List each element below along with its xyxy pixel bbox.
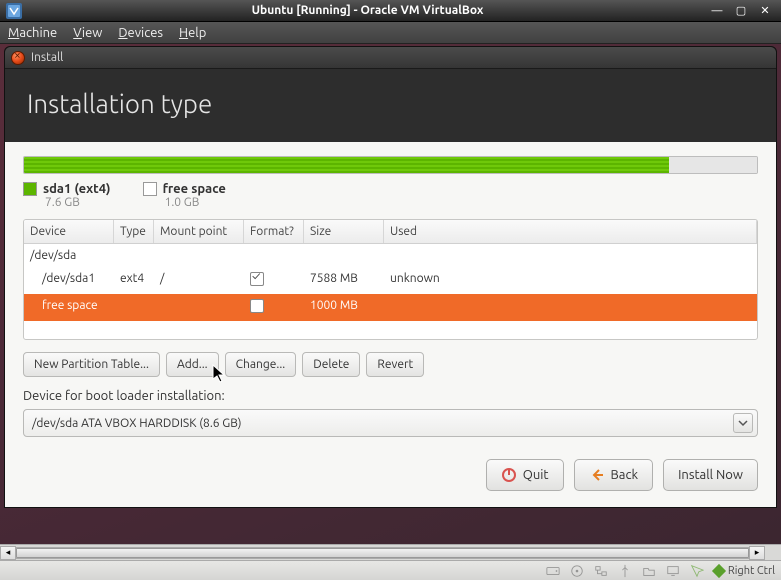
usb-icon <box>618 564 632 578</box>
host-key-indicator: Right Ctrl <box>714 565 775 577</box>
cell-mount: / <box>154 267 244 294</box>
legend-used-size: 7.6 GB <box>45 196 111 209</box>
chevron-down-icon[interactable] <box>733 413 753 433</box>
legend-swatch-used <box>23 182 37 196</box>
bootloader-value: /dev/sda ATA VBOX HARDDISK (8.6 GB) <box>32 417 733 430</box>
add-button[interactable]: Add... <box>166 352 219 377</box>
col-mount[interactable]: Mount point <box>154 220 244 243</box>
legend-free-label: free space <box>163 182 226 196</box>
cell-size: 7588 MB <box>304 267 384 294</box>
format-checkbox[interactable] <box>250 299 264 313</box>
network-icon <box>594 564 608 578</box>
disk-legend: sda1 (ext4) 7.6 GB free space 1.0 GB <box>23 182 758 209</box>
cell-type: ext4 <box>114 267 154 294</box>
display-icon <box>666 564 680 578</box>
col-used[interactable]: Used <box>384 220 757 243</box>
col-format[interactable]: Format? <box>244 220 304 243</box>
hostkey-diamond-icon <box>712 563 726 577</box>
cell-device: free space <box>24 294 114 321</box>
minimize-button[interactable]: — <box>707 4 727 18</box>
disk-segment-free <box>669 157 757 173</box>
cell-size: 1000 MB <box>304 294 384 321</box>
maximize-button[interactable]: ▢ <box>731 4 751 18</box>
disk-usage-bar <box>23 156 758 174</box>
menu-help[interactable]: Help <box>179 26 206 40</box>
change-button[interactable]: Change... <box>225 352 297 377</box>
scroll-left-button[interactable]: ◂ <box>0 546 16 560</box>
table-row[interactable]: /dev/sda1 ext4 / 7588 MB unknown <box>24 267 757 294</box>
partition-table: Device Type Mount point Format? Size Use… <box>23 219 758 340</box>
new-partition-table-button[interactable]: New Partition Table... <box>23 352 160 377</box>
scroll-right-button[interactable]: ▸ <box>749 546 765 560</box>
quit-button[interactable]: Quit <box>486 459 564 491</box>
disk-segment-used <box>24 157 669 173</box>
cell-device: /dev/sda <box>24 244 114 267</box>
install-window-titlebar[interactable]: Install <box>5 47 776 69</box>
hostkey-label: Right Ctrl <box>728 565 775 577</box>
back-arrow-icon <box>589 467 605 483</box>
page-title: Installation type <box>27 89 754 118</box>
menu-machine[interactable]: Machine <box>8 26 57 40</box>
power-icon <box>501 467 517 483</box>
host-menubar: Machine View Devices Help <box>0 22 781 44</box>
col-type[interactable]: Type <box>114 220 154 243</box>
vbox-icon <box>6 3 22 19</box>
revert-button[interactable]: Revert <box>366 352 424 377</box>
install-window-title: Install <box>31 51 63 64</box>
col-device[interactable]: Device <box>24 220 114 243</box>
host-statusbar: Right Ctrl <box>0 560 781 580</box>
cell-type <box>114 294 154 321</box>
cell-used <box>384 294 757 321</box>
footer-buttons: Quit Back Install Now <box>5 447 776 507</box>
menu-devices[interactable]: Devices <box>118 26 163 40</box>
install-now-button[interactable]: Install Now <box>663 459 758 491</box>
legend-used-label: sda1 (ext4) <box>43 182 111 196</box>
hdd-icon <box>546 564 560 578</box>
menu-view[interactable]: View <box>73 26 102 40</box>
close-button[interactable]: ✕ <box>755 4 775 18</box>
host-titlebar: Ubuntu [Running] - Oracle VM VirtualBox … <box>0 0 781 22</box>
install-window: Install Installation type <box>4 46 777 508</box>
horizontal-scrollbar[interactable]: ◂ ▸ <box>0 544 781 560</box>
host-window-title: Ubuntu [Running] - Oracle VM VirtualBox <box>28 4 707 17</box>
delete-button[interactable]: Delete <box>302 352 360 377</box>
format-checkbox[interactable] <box>250 272 264 286</box>
close-icon[interactable] <box>11 51 25 65</box>
shared-folder-icon <box>642 564 656 578</box>
partition-buttons: New Partition Table... Add... Change... … <box>23 352 758 377</box>
table-row[interactable]: /dev/sda <box>24 244 757 267</box>
cell-used: unknown <box>384 267 757 294</box>
table-header: Device Type Mount point Format? Size Use… <box>24 220 757 244</box>
legend-swatch-free <box>143 182 157 196</box>
bootloader-label: Device for boot loader installation: <box>23 389 758 403</box>
page-header: Installation type <box>5 69 776 142</box>
optical-icon <box>570 564 584 578</box>
cell-device: /dev/sda1 <box>24 267 114 294</box>
quit-label: Quit <box>523 468 549 482</box>
table-row[interactable]: free space 1000 MB <box>24 294 757 321</box>
cell-mount <box>154 294 244 321</box>
back-button[interactable]: Back <box>574 459 654 491</box>
back-label: Back <box>611 468 639 482</box>
bootloader-select[interactable]: /dev/sda ATA VBOX HARDDISK (8.6 GB) <box>23 409 758 437</box>
mouse-integration-icon <box>690 564 704 578</box>
legend-free-size: 1.0 GB <box>165 196 226 209</box>
col-size[interactable]: Size <box>304 220 384 243</box>
guest-desktop: Install Installation type <box>0 44 781 560</box>
